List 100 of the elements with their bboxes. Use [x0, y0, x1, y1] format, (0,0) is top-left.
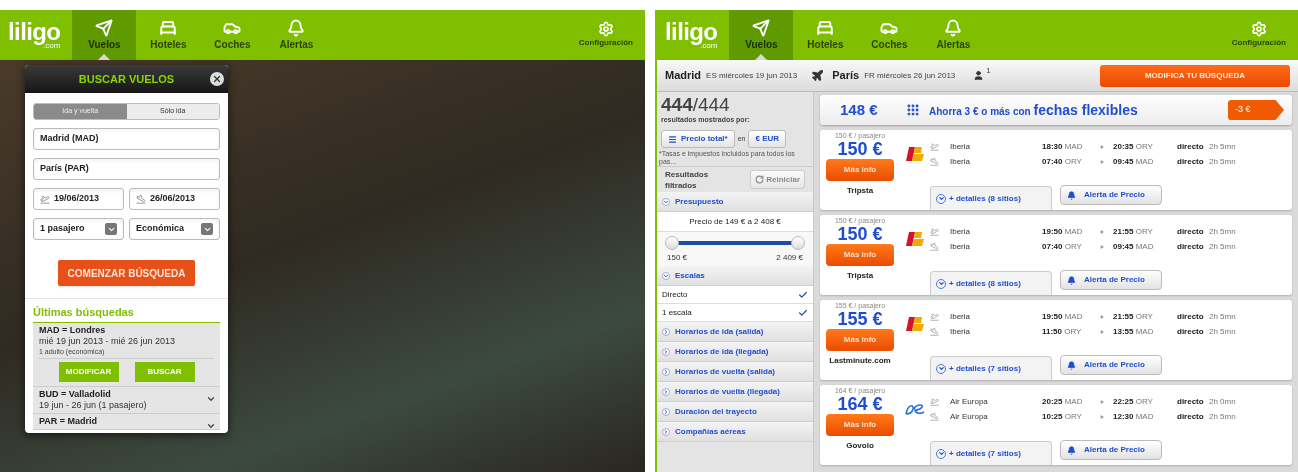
filter-header[interactable]: Horarios de ida (llegada)	[657, 342, 813, 362]
airline-name: Air Europa	[950, 395, 989, 408]
arrow-icon	[1100, 229, 1104, 234]
paper-plane-icon	[752, 18, 771, 37]
stops-text: directo	[1177, 225, 1205, 238]
slider-handle[interactable]	[791, 236, 805, 250]
filter-option[interactable]: 1 escala	[657, 304, 813, 322]
departure-time: 19:50 MAD	[1042, 225, 1084, 238]
duration-text: 2h 5mn	[1209, 225, 1236, 238]
passenger-count: 1	[986, 65, 991, 77]
calendar-grid-icon	[906, 103, 920, 117]
price-alert-button[interactable]: Alerta de Precio	[1060, 270, 1162, 290]
price-slider[interactable]	[665, 236, 805, 250]
landing-icon	[930, 327, 939, 336]
price-range-text: Precio de 149 € a 2 408 €	[657, 212, 813, 232]
flexible-price: 148 €	[840, 99, 879, 120]
duration-text: 2h 5mn	[1209, 310, 1236, 323]
booking-site-text: Govolo	[846, 440, 874, 452]
filter-header[interactable]: Horarios de vuelta (llegada)	[657, 382, 813, 402]
departure-time: 07:40 ORY	[1042, 240, 1083, 253]
price-text: 150 €	[837, 140, 883, 159]
stops-text: directo	[1177, 155, 1205, 168]
details-tab[interactable]: + detalles (7 sitios)	[930, 356, 1052, 380]
departure-time: 18:30 MAD	[1042, 140, 1084, 153]
filtered-label: Resultados filtrados	[665, 168, 710, 191]
arrival-time: 09:45 MAD	[1113, 240, 1155, 253]
price-text: 150 €	[837, 225, 883, 244]
filter-header[interactable]: Escalas	[657, 266, 813, 286]
expand-icon	[662, 367, 670, 376]
sort-button[interactable]: Precio total*	[661, 130, 735, 148]
settings-button[interactable]: Configuración	[1227, 10, 1290, 60]
nav-tab[interactable]: Coches	[857, 10, 922, 60]
destination-field[interactable]: París (PAR)	[33, 158, 220, 180]
collapse-icon	[662, 271, 670, 280]
takeoff-icon	[930, 227, 939, 236]
arrow-icon	[1100, 399, 1104, 404]
takeoff-icon	[40, 194, 50, 204]
panel-title: BUSCAR VUELOS	[78, 71, 175, 87]
filter-header[interactable]: Duración del trayecto	[657, 402, 813, 422]
nav-tab[interactable]: Alertas	[921, 10, 986, 60]
price-text: 155 €	[837, 310, 883, 329]
settings-button[interactable]: Configuración	[574, 10, 637, 60]
close-button[interactable]	[210, 72, 224, 86]
nav-tab[interactable]: Vuelos	[72, 10, 137, 60]
flexible-dates-banner[interactable]: 148 € Ahorra 3 € o más con fechas flexibles -3 €	[820, 95, 1292, 125]
details-tab[interactable]: + detalles (8 sitios)	[930, 271, 1052, 295]
price-alert-button[interactable]: Alerta de Precio	[1060, 185, 1162, 205]
airline-name: Iberia	[950, 310, 971, 323]
arrival-time: 20:35 ORY	[1113, 140, 1154, 153]
expand-icon	[662, 427, 670, 436]
stops-text: directo	[1177, 410, 1205, 423]
airline-logo	[904, 402, 926, 416]
bell-icon	[1067, 360, 1076, 370]
arrow-icon	[1100, 144, 1104, 149]
expand-icon	[662, 387, 670, 396]
currency-button[interactable]: € EUR	[748, 130, 787, 148]
nav-tab[interactable]: Coches	[200, 10, 265, 60]
duration-text: 2h 0mn	[1209, 395, 1236, 408]
nav-tab[interactable]: Vuelos	[729, 10, 794, 60]
arrival-time: 09:45 MAD	[1113, 155, 1155, 168]
arrow-icon	[1100, 314, 1104, 319]
bell-icon	[287, 18, 306, 37]
price-alert-button[interactable]: Alerta de Precio	[1060, 440, 1162, 460]
bell-icon	[1067, 275, 1076, 285]
departure-time: 19:50 MAD	[1042, 310, 1084, 323]
nav-tab[interactable]: Hoteles	[793, 10, 858, 60]
duration-text: 2h 5mn	[1209, 410, 1236, 423]
slider-handle[interactable]	[665, 236, 679, 250]
departure-date-field[interactable]: 19/06/2013	[33, 188, 124, 210]
arrow-icon	[1100, 329, 1104, 334]
min-price-label: 150 €	[667, 252, 688, 264]
airline-name: Air Europa	[950, 410, 989, 423]
takeoff-icon	[930, 397, 939, 406]
origin-field[interactable]: Madrid (MAD)	[33, 128, 220, 150]
plane-icon	[811, 69, 825, 82]
nav-tab[interactable]: Alertas	[264, 10, 329, 60]
stops-text: directo	[1177, 395, 1205, 408]
return-date-field[interactable]: 26/06/2013	[129, 188, 220, 210]
route-text: PAR = Madrid	[39, 415, 99, 427]
start-search-button[interactable]: COMENZAR BÚSQUEDA	[57, 260, 196, 286]
passengers-select[interactable]: 1 pasajero	[33, 218, 124, 240]
arrival-time: 12:30 MAD	[1113, 410, 1155, 423]
landing-icon	[930, 157, 939, 166]
filter-header[interactable]: Horarios de ida (salida)	[657, 322, 813, 342]
filter-header[interactable]: Presupuesto	[657, 192, 813, 212]
result-count: 444/444	[661, 94, 731, 115]
recent-search-item[interactable]: BUD = Valladolid 19 jun - 26 jun (1 pasajero)	[33, 386, 220, 414]
filter-option[interactable]: Directo	[657, 286, 813, 304]
stops-text: directo	[1177, 310, 1205, 323]
collapse-icon	[662, 197, 670, 206]
filter-header[interactable]: Horarios de vuelta (salida)	[657, 362, 813, 382]
origin-city: Madrid	[665, 68, 702, 84]
cabin-select[interactable]: Económica	[129, 218, 220, 240]
details-tab[interactable]: + detalles (8 sitios)	[930, 186, 1052, 210]
nav-tab[interactable]: Hoteles	[136, 10, 201, 60]
details-tab[interactable]: + detalles (7 sitios)	[930, 441, 1052, 465]
bed-icon	[159, 18, 178, 37]
filter-header[interactable]: Compañías aéreas	[657, 422, 813, 442]
price-alert-button[interactable]: Alerta de Precio	[1060, 355, 1162, 375]
reset-icon	[755, 175, 765, 184]
